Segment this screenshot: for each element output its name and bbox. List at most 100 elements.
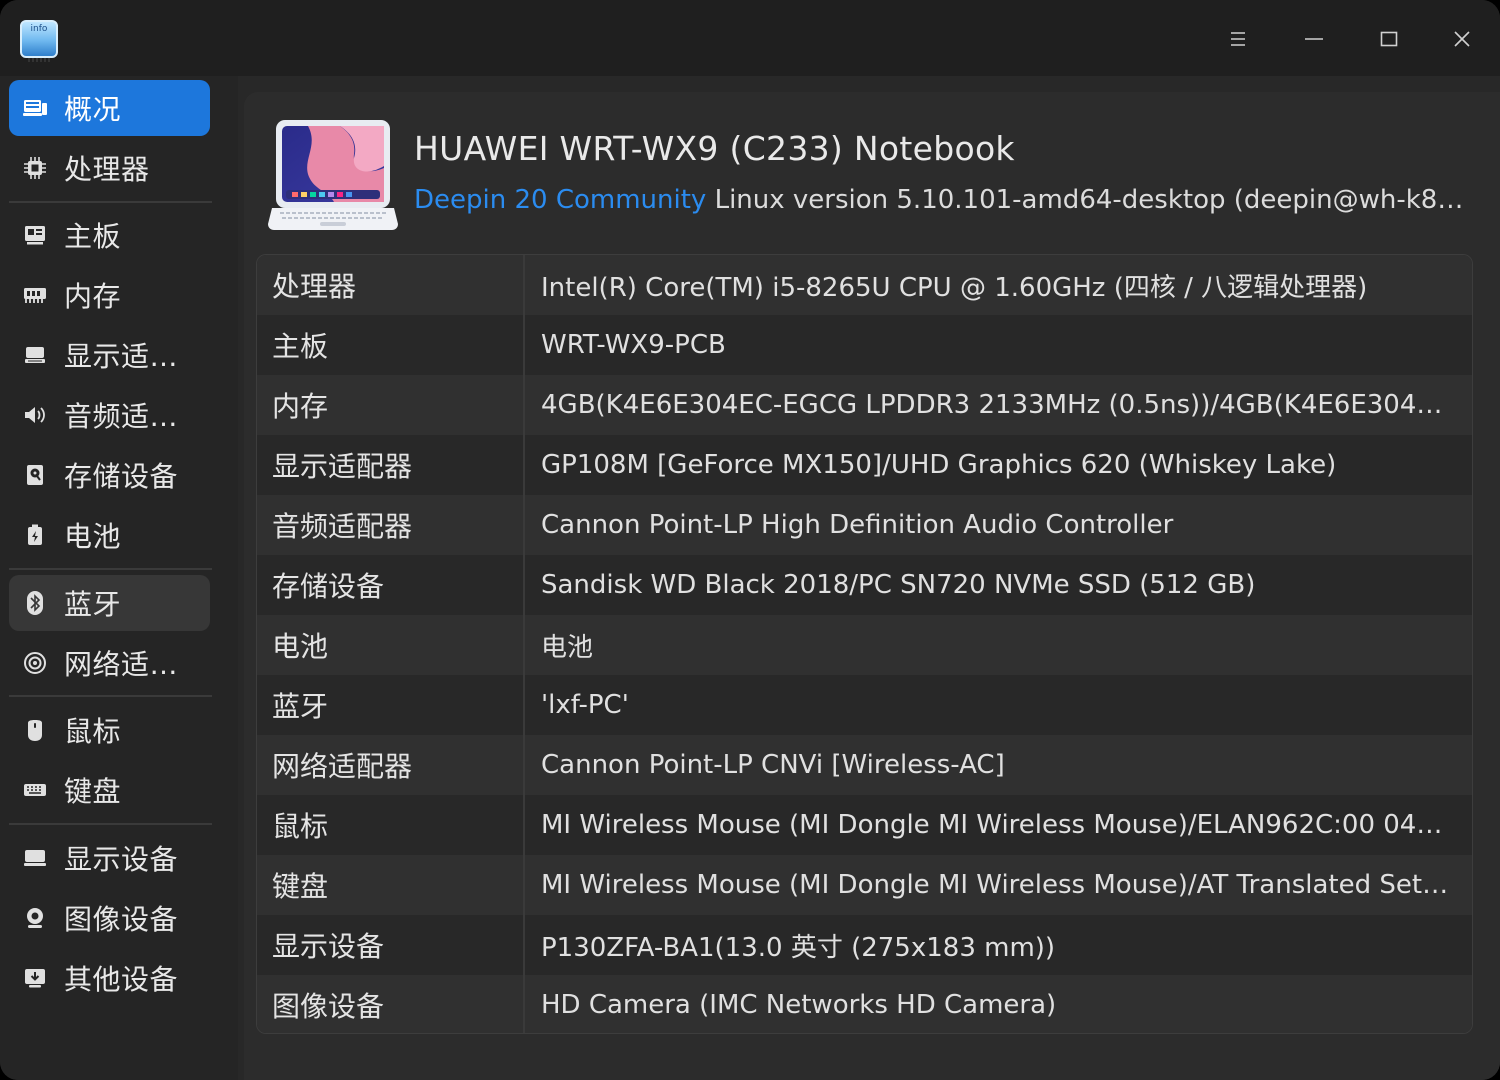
sidebar-separator	[9, 823, 212, 825]
sidebar-item-motherboard[interactable]: 主板	[9, 207, 210, 263]
table-row: 显示适配器 GP108M [GeForce MX150]/UHD Graphic…	[257, 435, 1472, 495]
row-key: 电池	[257, 615, 525, 675]
row-value: MI Wireless Mouse (MI Dongle MI Wireless…	[541, 810, 1473, 840]
row-key: 键盘	[257, 855, 525, 915]
device-title: HUAWEI WRT-WX9 (C233) Notebook	[414, 129, 1015, 168]
row-key: 鼠标	[257, 795, 525, 855]
sidebar-item-label: 处理器	[64, 153, 150, 186]
row-value: WRT-WX9-PCB	[541, 330, 726, 360]
sidebar-item-label: 图像设备	[64, 903, 179, 936]
audio-icon	[22, 402, 48, 428]
sidebar-item-label: 蓝牙	[64, 588, 122, 621]
menu-icon	[1229, 30, 1247, 48]
sidebar-item-label: 键盘	[64, 775, 122, 808]
main-content: HUAWEI WRT-WX9 (C233) Notebook Deepin 20…	[238, 76, 1500, 1080]
sidebar-item-storage[interactable]: 存储设备	[9, 447, 210, 503]
overview-panel: HUAWEI WRT-WX9 (C233) Notebook Deepin 20…	[244, 92, 1500, 1080]
row-value: 'lxf-PC'	[541, 690, 629, 720]
table-row: 鼠标 MI Wireless Mouse (MI Dongle MI Wirel…	[257, 795, 1473, 855]
sidebar-item-audio-adapter[interactable]: 音频适…	[9, 387, 210, 443]
sidebar-separator	[9, 568, 212, 570]
sidebar-item-label: 存储设备	[64, 460, 179, 493]
os-info: Deepin 20 Community Linux version 5.10.1…	[414, 185, 1470, 215]
table-row: 电池 电池	[257, 615, 1472, 675]
menu-button[interactable]	[1218, 20, 1258, 58]
row-key: 显示适配器	[257, 435, 525, 495]
mouse-icon	[22, 717, 48, 743]
row-value: 电池	[541, 632, 594, 663]
table-row: 主板 WRT-WX9-PCB	[257, 315, 1472, 375]
os-detail: Linux version 5.10.101-amd64-desktop (de…	[706, 185, 1470, 215]
device-summary-table: 处理器 Intel(R) Core(TM) i5-8265U CPU @ 1.6…	[256, 254, 1473, 1034]
row-value: Cannon Point-LP High Definition Audio Co…	[541, 510, 1174, 540]
sidebar-item-overview[interactable]: 概况	[9, 80, 210, 136]
sidebar-item-label: 其他设备	[64, 963, 179, 996]
row-key: 主板	[257, 315, 525, 375]
row-key: 内存	[257, 375, 525, 435]
row-key: 音频适配器	[257, 495, 525, 555]
table-row: 网络适配器 Cannon Point-LP CNVi [Wireless-AC]	[257, 735, 1472, 795]
sidebar-item-network-adapter[interactable]: 网络适…	[9, 635, 210, 691]
table-row: 键盘 MI Wireless Mouse (MI Dongle MI Wirel…	[257, 855, 1473, 915]
sidebar-item-label: 鼠标	[64, 715, 122, 748]
motherboard-icon	[22, 222, 48, 248]
table-row: 图像设备 HD Camera (IMC Networks HD Camera)	[257, 975, 1472, 1033]
sidebar-item-label: 主板	[64, 220, 122, 253]
sidebar-item-other-devices[interactable]: 其他设备	[9, 950, 210, 1006]
row-key: 网络适配器	[257, 735, 525, 795]
sidebar-separator	[9, 695, 212, 697]
row-value: Intel(R) Core(TM) i5-8265U CPU @ 1.60GHz…	[541, 272, 1368, 303]
sidebar-item-memory[interactable]: 内存	[9, 267, 210, 323]
row-key: 处理器	[257, 255, 525, 315]
other-device-icon	[22, 965, 48, 991]
sidebar-item-label: 显示设备	[64, 843, 179, 876]
minimize-button[interactable]	[1294, 20, 1334, 58]
sidebar-item-bluetooth[interactable]: 蓝牙	[9, 575, 210, 631]
sidebar-item-display-adapter[interactable]: 显示适…	[9, 327, 210, 383]
row-value: Sandisk WD Black 2018/PC SN720 NVMe SSD …	[541, 570, 1256, 600]
display-adapter-icon	[22, 342, 48, 368]
sidebar-item-camera[interactable]: 图像设备	[9, 890, 210, 946]
app-icon: info	[20, 20, 58, 62]
memory-icon	[22, 282, 48, 308]
close-icon	[1453, 30, 1471, 48]
row-key: 图像设备	[257, 975, 525, 1033]
table-row: 处理器 Intel(R) Core(TM) i5-8265U CPU @ 1.6…	[257, 255, 1472, 315]
sidebar-item-mouse[interactable]: 鼠标	[9, 702, 210, 758]
row-value: GP108M [GeForce MX150]/UHD Graphics 620 …	[541, 450, 1337, 480]
sidebar-item-keyboard[interactable]: 键盘	[9, 762, 210, 818]
cpu-icon	[22, 155, 48, 181]
sidebar-item-battery[interactable]: 电池	[9, 507, 210, 563]
sidebar-item-cpu[interactable]: 处理器	[9, 140, 210, 196]
table-row: 显示设备 P130ZFA-BA1(13.0 英寸 (275x183 mm))	[257, 915, 1472, 975]
sidebar-item-label: 网络适…	[64, 648, 179, 681]
device-manager-window: info 概况 处理器 主板 内存 显示适… 音频适… 存储设备 电池 蓝牙 网…	[0, 0, 1500, 1080]
sidebar-item-monitor[interactable]: 显示设备	[9, 830, 210, 886]
row-key: 显示设备	[257, 915, 525, 975]
row-value: 4GB(K4E6E304EC-EGCG LPDDR3 2133MHz (0.5n…	[541, 390, 1473, 420]
bluetooth-icon	[22, 590, 48, 616]
sidebar-item-label: 电池	[64, 520, 122, 553]
row-value: MI Wireless Mouse (MI Dongle MI Wireless…	[541, 870, 1473, 900]
battery-icon	[22, 522, 48, 548]
monitor-icon	[22, 845, 48, 871]
row-key: 存储设备	[257, 555, 525, 615]
maximize-button[interactable]	[1369, 20, 1409, 58]
sidebar-separator	[9, 201, 212, 203]
minimize-icon	[1304, 30, 1324, 48]
network-icon	[22, 650, 48, 676]
titlebar: info	[0, 0, 1500, 76]
laptop-icon	[268, 118, 398, 232]
row-value: Cannon Point-LP CNVi [Wireless-AC]	[541, 750, 1005, 780]
table-row: 蓝牙 'lxf-PC'	[257, 675, 1472, 735]
row-value: HD Camera (IMC Networks HD Camera)	[541, 990, 1057, 1020]
row-value: P130ZFA-BA1(13.0 英寸 (275x183 mm))	[541, 932, 1056, 963]
keyboard-icon	[22, 777, 48, 803]
close-button[interactable]	[1442, 20, 1482, 58]
overview-icon	[22, 95, 48, 121]
storage-icon	[22, 462, 48, 488]
sidebar-item-label: 内存	[64, 280, 122, 313]
sidebar-item-label: 音频适…	[64, 400, 179, 433]
table-row: 音频适配器 Cannon Point-LP High Definition Au…	[257, 495, 1472, 555]
os-link[interactable]: Deepin 20 Community	[414, 185, 706, 215]
